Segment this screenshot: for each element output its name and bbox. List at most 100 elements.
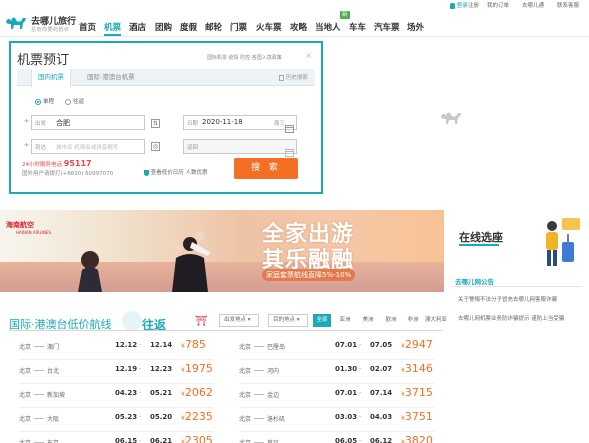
history-icon [279, 74, 284, 81]
route-from: 北京 [19, 438, 31, 443]
nav-car[interactable]: 车车 [349, 21, 366, 35]
radio-round-trip[interactable]: 往返 [65, 98, 84, 106]
route-price[interactable]: ¥2062 [181, 386, 213, 399]
traveler-illustration-icon [546, 218, 580, 266]
route-row[interactable]: 北京 巴厘岛 07.01- 07.05 ¥2947 [239, 337, 434, 360]
date-dash: - [359, 437, 362, 443]
tab-domestic[interactable]: 国内机票 [31, 69, 71, 87]
row-divider [19, 431, 214, 432]
airline-logo-en: HAINAN AIRLINES [16, 230, 52, 235]
map-pin-icon[interactable]: ◎ [151, 142, 160, 151]
route-to: 大阪 [47, 416, 60, 423]
camel-placeholder-icon [439, 108, 463, 128]
route-arrow-icon [254, 394, 264, 395]
customer-service-link[interactable]: 联系客服 [557, 2, 579, 10]
route-from: 北京 [239, 344, 252, 351]
route-from: 北京 [19, 368, 32, 375]
register-link[interactable]: 注册 [468, 2, 479, 10]
to-select[interactable]: 目的地点 ▾ [268, 314, 308, 327]
route-row[interactable]: 北京 新加坡 04.23- 05.21 ¥2062 [19, 385, 214, 408]
tab-australia[interactable]: 澳大利亚 [424, 314, 448, 327]
route-depart-date: 12.19 [115, 365, 138, 373]
from-select[interactable]: 出发地点 ▾ [219, 314, 259, 327]
route-to: 河内 [267, 368, 280, 375]
radio-one-way[interactable]: 单程 [35, 98, 54, 106]
bulletin-title[interactable]: 去哪儿网公告 [455, 276, 494, 286]
calendar-icon [285, 118, 294, 133]
my-orders-link[interactable]: 我的订单 [487, 2, 509, 10]
date-dash: - [359, 341, 362, 348]
route-price[interactable]: ¥3715 [401, 386, 433, 399]
nav-flights[interactable]: 机票 [104, 21, 121, 35]
bulletin-item[interactable]: 去哪儿网机票业务防诈骗提示 谨防上当受骗 [458, 315, 564, 323]
route-price[interactable]: ¥785 [181, 338, 206, 351]
tab-international[interactable]: 国际·港澳台机票 [81, 69, 141, 86]
nav-train[interactable]: 火车票 [256, 21, 282, 35]
route-price[interactable]: ¥3820 [401, 434, 433, 443]
route-return-date: 07.14 [370, 389, 393, 397]
header-divider [0, 36, 589, 37]
route-row[interactable]: 北京 大阪 05.23- 05.20 ¥2235 [19, 409, 214, 432]
route-row[interactable]: 北京 澳门 12.12- 12.14 ¥785 [19, 337, 214, 360]
to-city-input[interactable]: 到达 城市名·机场名或拼音缩写 [31, 139, 145, 154]
route-price[interactable]: ¥3751 [401, 410, 433, 423]
nav-cruise[interactable]: 邮轮 [205, 21, 222, 35]
route-row[interactable]: 北京 洛杉矶 03.03- 04.03 ¥3751 [239, 409, 434, 432]
promo-banner[interactable]: 海南航空 HAINAN AIRLINES 全家出游 其乐融融 [0, 210, 444, 292]
route-depart-date: 12.12 [115, 341, 138, 349]
route-depart-date: 07.01 [335, 389, 358, 397]
tab-europe[interactable]: 欧洲 [382, 314, 400, 327]
airline-logo: 海南航空 [6, 221, 34, 229]
departure-date-input[interactable]: 日期 2020-11-18 周三 [183, 115, 297, 133]
qunar-tong-link[interactable]: 去哪儿通 [522, 2, 544, 10]
route-to: 新加坡 [47, 392, 66, 399]
route-price[interactable]: ¥1975 [181, 362, 213, 375]
return-date-input[interactable]: 返回 [183, 139, 297, 157]
logo[interactable]: 去哪儿旅行 总有你要的低价 [4, 12, 82, 36]
nav-groupbuy[interactable]: 团购 [155, 21, 172, 35]
swap-icon[interactable]: ⇅ [151, 119, 160, 128]
booking-notice-link[interactable]: 国际机票 疫情 防控 各国入境政策 [207, 54, 282, 61]
route-return-date: 05.20 [150, 413, 173, 421]
nav-hotels[interactable]: 酒店 [129, 21, 146, 35]
route-row[interactable]: 北京 东京 06.15- 06.21 ¥2305 [19, 433, 214, 443]
from-city-input[interactable]: 出发 合肥 [31, 115, 145, 130]
nav-more[interactable]: 场外 [407, 21, 424, 35]
route-price[interactable]: ¥3146 [401, 362, 433, 375]
route-price[interactable]: ¥2947 [401, 338, 433, 351]
nav-bus[interactable]: 汽车票 [374, 21, 400, 35]
route-from: 北京 [239, 438, 251, 443]
tab-america[interactable]: 美洲 [359, 314, 377, 327]
nav-local[interactable]: 当地人 [315, 21, 341, 35]
route-price[interactable]: ¥2235 [181, 410, 213, 423]
nav-vacation[interactable]: 度假 [180, 21, 197, 35]
nav-home[interactable]: 首页 [79, 21, 96, 35]
route-return-date: 06.21 [150, 437, 173, 443]
nav-tickets[interactable]: 门票 [230, 21, 247, 35]
close-icon[interactable]: × [304, 51, 313, 60]
row-divider [239, 383, 434, 384]
low-price-calendar-link[interactable]: 查看低价日历 人数优惠 [144, 168, 208, 176]
login-link[interactable]: 登录 [450, 2, 468, 10]
route-price[interactable]: ¥2305 [181, 434, 213, 443]
booking-title: 机票预订 [17, 53, 70, 68]
nav-new-badge: 新 [340, 11, 350, 19]
route-from: 北京 [19, 392, 32, 399]
route-row[interactable]: 北京 金边 07.01- 07.14 ¥3715 [239, 385, 434, 408]
date-dash: - [139, 341, 142, 348]
tab-africa[interactable]: 非洲 [404, 314, 422, 327]
route-to: 洛杉矶 [267, 416, 286, 423]
tab-asia[interactable]: 亚洲 [336, 314, 354, 327]
row-divider [19, 359, 214, 360]
route-from: 北京 [19, 416, 32, 423]
route-row[interactable]: 北京 台北 12.19- 12.23 ¥1975 [19, 361, 214, 384]
user-icon [450, 2, 455, 9]
route-row[interactable]: 北京 河内 01.30- 02.07 ¥3146 [239, 361, 434, 384]
search-button[interactable]: 搜 索 [234, 158, 298, 179]
nav-guides[interactable]: 攻略 [290, 21, 307, 35]
online-seat-title[interactable]: 在线选座 [459, 229, 503, 245]
bulletin-item[interactable]: 关于警惕不法分子冒充去哪儿网客服诈骗 [458, 296, 557, 304]
tab-all[interactable]: 全部 [313, 314, 331, 327]
search-history-link[interactable]: 历史搜索 [279, 73, 308, 81]
route-row[interactable]: 北京 首尔 06.05- 06.12 ¥3820 [239, 433, 434, 443]
